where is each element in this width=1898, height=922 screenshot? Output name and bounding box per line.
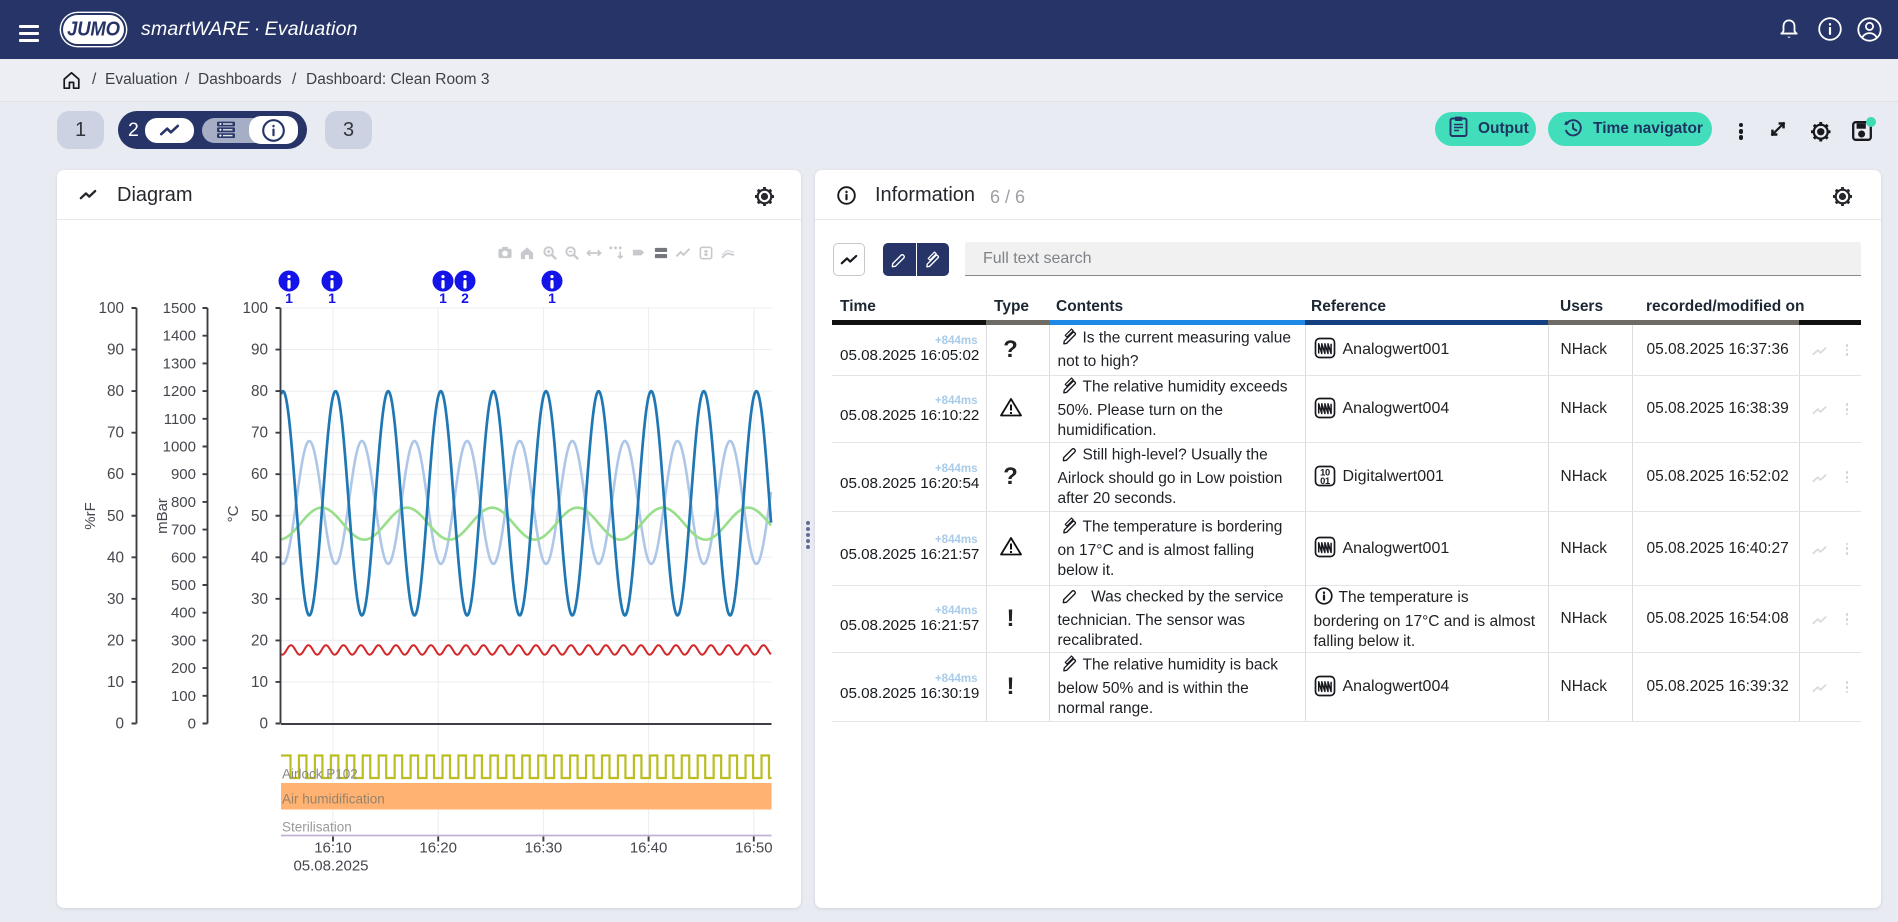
svg-text:%rF: %rF: [82, 502, 99, 530]
svg-text:400: 400: [171, 605, 196, 622]
svg-text:50: 50: [107, 508, 124, 525]
svg-text:500: 500: [171, 577, 196, 594]
svg-text:05.08.2025: 05.08.2025: [293, 858, 368, 875]
svg-text:800: 800: [171, 494, 196, 511]
svg-text:16:20: 16:20: [419, 840, 457, 857]
svg-text:01: 01: [1320, 475, 1330, 486]
svg-text:2: 2: [461, 290, 469, 306]
svg-text:1500: 1500: [163, 300, 196, 317]
svg-text:1200: 1200: [163, 383, 196, 400]
svg-text:900: 900: [171, 466, 196, 483]
svg-text:1: 1: [439, 290, 447, 306]
svg-text:100: 100: [242, 300, 268, 317]
svg-text:16:10: 16:10: [314, 840, 352, 857]
svg-text:0: 0: [115, 716, 124, 733]
svg-text:30: 30: [251, 591, 268, 608]
svg-text:20: 20: [107, 632, 124, 649]
svg-text:1400: 1400: [163, 328, 196, 345]
svg-text:16:30: 16:30: [525, 840, 563, 857]
svg-text:40: 40: [107, 549, 124, 566]
svg-text:0: 0: [188, 716, 196, 733]
svg-text:700: 700: [171, 522, 196, 539]
svg-text:80: 80: [107, 383, 124, 400]
svg-text:40: 40: [251, 549, 268, 566]
svg-text:mBar: mBar: [154, 498, 171, 534]
svg-text:0: 0: [259, 716, 268, 733]
svg-text:100: 100: [98, 300, 124, 317]
svg-text:50: 50: [251, 508, 268, 525]
svg-text:100: 100: [171, 688, 196, 705]
svg-text:60: 60: [251, 466, 268, 483]
svg-text:300: 300: [171, 632, 196, 649]
svg-text:16:50: 16:50: [735, 840, 773, 857]
svg-text:70: 70: [251, 425, 268, 442]
svg-text:1100: 1100: [164, 411, 196, 428]
svg-text:70: 70: [107, 425, 124, 442]
svg-text:60: 60: [107, 466, 124, 483]
svg-text:Sterilisation: Sterilisation: [282, 820, 352, 835]
svg-text:10: 10: [251, 674, 268, 691]
svg-text:80: 80: [251, 383, 268, 400]
svg-text:1300: 1300: [163, 355, 196, 372]
svg-text:1000: 1000: [163, 439, 196, 456]
svg-text:°C: °C: [225, 505, 242, 522]
svg-text:16:40: 16:40: [630, 840, 668, 857]
svg-text:1: 1: [548, 290, 556, 306]
svg-text:600: 600: [171, 549, 196, 566]
svg-text:200: 200: [171, 660, 196, 677]
svg-text:90: 90: [107, 342, 124, 359]
svg-text:1: 1: [285, 290, 293, 306]
svg-text:20: 20: [251, 632, 268, 649]
svg-text:Airlock P102: Airlock P102: [282, 767, 358, 782]
svg-text:10: 10: [107, 674, 124, 691]
svg-text:90: 90: [251, 342, 268, 359]
svg-text:30: 30: [107, 591, 124, 608]
svg-text:1: 1: [328, 290, 336, 306]
svg-text:Air humidification: Air humidification: [282, 792, 385, 807]
